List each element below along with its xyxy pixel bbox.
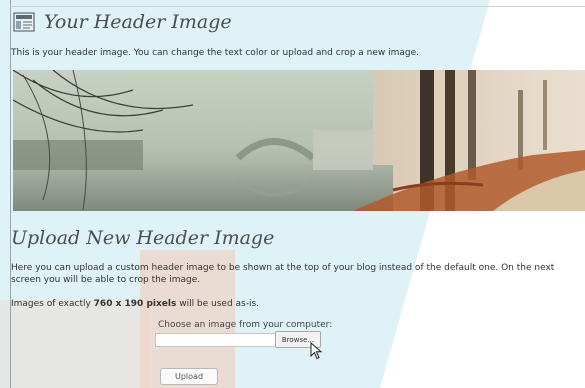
- mouse-pointer-icon: [310, 341, 324, 360]
- panel-top-border: [10, 6, 585, 7]
- current-header-image: [13, 70, 585, 211]
- upload-section-title: Upload New Header Image: [11, 227, 275, 249]
- panel-left-border: [10, 0, 11, 388]
- header-description: This is your header image. You can chang…: [11, 48, 420, 58]
- page-title: Your Header Image: [44, 11, 232, 33]
- size-note-prefix: Images of exactly: [11, 299, 94, 309]
- upload-instructions: Here you can upload a custom header imag…: [11, 263, 555, 285]
- choose-image-label: Choose an image from your computer:: [158, 320, 333, 330]
- size-note-dimensions: 760 x 190 pixels: [93, 299, 177, 309]
- file-path-field[interactable]: [155, 333, 275, 347]
- upload-button[interactable]: Upload: [160, 368, 218, 385]
- image-size-note: Images of exactly 760 x 190 pixels will …: [11, 298, 585, 310]
- header-image-icon: [13, 12, 35, 32]
- custom-header-panel: Your Header Image This is your header im…: [0, 0, 585, 388]
- size-note-suffix: will be used as-is.: [176, 299, 260, 309]
